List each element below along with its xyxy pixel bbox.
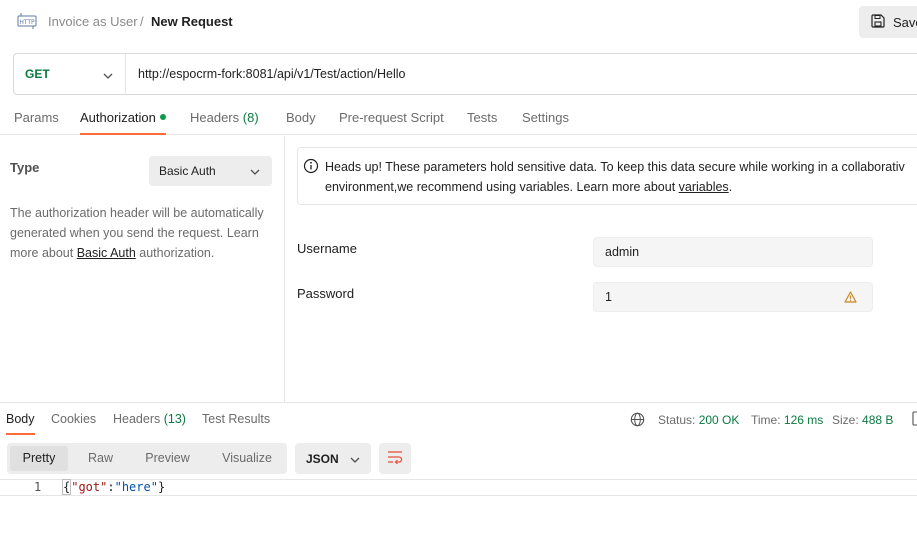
tab-label: Headers [190,110,240,125]
tab-authorization[interactable]: Authorization [80,110,166,135]
auth-description: The authorization header will be automat… [10,203,278,263]
password-field[interactable]: 1 [593,282,873,312]
username-value: admin [605,245,640,259]
sensitive-data-notice: Heads up! These parameters hold sensitiv… [297,147,917,205]
username-field[interactable]: admin [593,237,873,267]
auth-type-value: Basic Auth [159,164,216,178]
globe-icon[interactable] [630,412,645,430]
auth-type-label: Type [10,160,40,175]
chevron-down-icon [350,452,360,466]
info-icon [303,158,319,177]
tab-count: (8) [242,110,259,125]
editor-divider [0,495,917,496]
tab-label: Params [14,110,59,125]
chevron-down-icon [103,67,113,82]
code-brace: { [62,479,72,495]
status-label: Status: [658,413,696,427]
auth-description-text: more about [10,246,77,260]
breadcrumb-collection[interactable]: Invoice as User [48,14,138,29]
variables-link[interactable]: variables [679,180,729,194]
password-value: 1 [605,290,612,304]
auth-description-line: more about Basic Auth authorization. [10,243,278,263]
format-select[interactable]: JSON [295,443,371,474]
tab-label: Test Results [202,412,271,426]
save-label: Save [893,14,917,30]
url-bar: GET http://espocrm-fork:8081/api/v1/Test… [13,53,917,95]
auth-description-text: authorization. [135,246,215,260]
tab-label: Headers [113,412,161,426]
chevron-down-icon [250,164,260,178]
response-time[interactable]: Time: 126 ms [751,413,823,427]
tab-headers[interactable]: Headers (8) [190,110,259,135]
size-label: Size: [832,413,859,427]
size-value: 488 B [862,413,894,427]
line-number: 1 [34,480,42,494]
tab-label: Body [286,110,316,125]
tab-label: Tests [467,110,498,125]
response-tab-body[interactable]: Body [6,412,35,435]
request-tabs: Params Authorization Headers (8) Body Pr… [0,104,917,135]
auth-description-line: generated when you send the request. Lea… [10,226,259,240]
view-preview[interactable]: Preview [136,446,199,471]
password-label: Password [297,286,355,301]
tab-label: Pre-request Script [339,110,444,125]
wrap-lines-icon [387,450,403,467]
code-brace: } [157,480,166,494]
notice-line: environment,we recommend using variables… [325,177,917,197]
status-value: 200 OK [698,413,740,427]
tab-settings[interactable]: Settings [522,110,569,135]
tab-tests[interactable]: Tests [467,110,497,135]
url-input[interactable]: http://espocrm-fork:8081/api/v1/Test/act… [126,67,406,81]
http-request-icon: HTTP [17,12,37,30]
response-tab-headers[interactable]: Headers (13) [113,412,186,435]
response-size[interactable]: Size: 488 B [832,413,893,427]
request-title[interactable]: New Request [151,14,233,29]
code-colon: : [107,480,115,494]
notice-text: Heads up! These parameters hold sensitiv… [325,157,917,197]
tab-params[interactable]: Params [14,110,59,135]
active-indicator-dot [159,114,166,120]
response-tab-test-results[interactable]: Test Results [202,412,270,435]
tab-label: Settings [522,110,569,125]
response-body-code[interactable]: {"got":"here"} [62,479,166,495]
tab-count: (13) [163,412,186,426]
svg-text:HTTP: HTTP [19,19,35,26]
time-value: 126 ms [783,413,824,427]
response-tab-cookies[interactable]: Cookies [51,412,96,435]
save-button[interactable]: Save [859,6,917,38]
save-icon [871,13,885,31]
format-value: JSON [306,451,339,466]
response-status[interactable]: Status: 200 OK [658,413,739,427]
tab-label: Authorization [80,110,156,125]
tab-pre-request-script[interactable]: Pre-request Script [339,110,444,135]
response-tabs: Body Cookies Headers (13) Test Results S… [0,403,917,435]
view-visualize[interactable]: Visualize [214,446,280,471]
code-value: "here" [114,480,158,494]
save-response-icon[interactable] [911,411,917,429]
view-raw[interactable]: Raw [73,446,128,471]
request-header: HTTP Invoice as User / New Request Save [0,0,917,44]
notice-text-segment: environment,we recommend using variables… [325,180,679,194]
notice-line: Heads up! These parameters hold sensitiv… [325,160,905,174]
response-view-selector: Pretty Raw Preview Visualize [7,443,287,474]
method-select[interactable]: GET [14,54,126,94]
breadcrumb-separator: / [140,14,144,29]
warning-icon[interactable] [844,291,857,306]
wrap-lines-button[interactable] [379,443,411,474]
view-pretty[interactable]: Pretty [10,446,68,471]
auth-description-line: The authorization header will be automat… [10,206,264,220]
time-label: Time: [751,413,781,427]
tab-label: Body [6,412,35,426]
basic-auth-link[interactable]: Basic Auth [77,246,136,260]
tab-label: Cookies [51,412,97,426]
notice-text-segment: . [728,180,733,194]
username-label: Username [297,241,357,256]
auth-type-select[interactable]: Basic Auth [149,156,272,186]
tab-body[interactable]: Body [286,110,316,135]
auth-type-pane: Type Basic Auth The authorization header… [0,136,285,402]
code-key: "got" [71,480,108,494]
method-label: GET [25,67,50,81]
